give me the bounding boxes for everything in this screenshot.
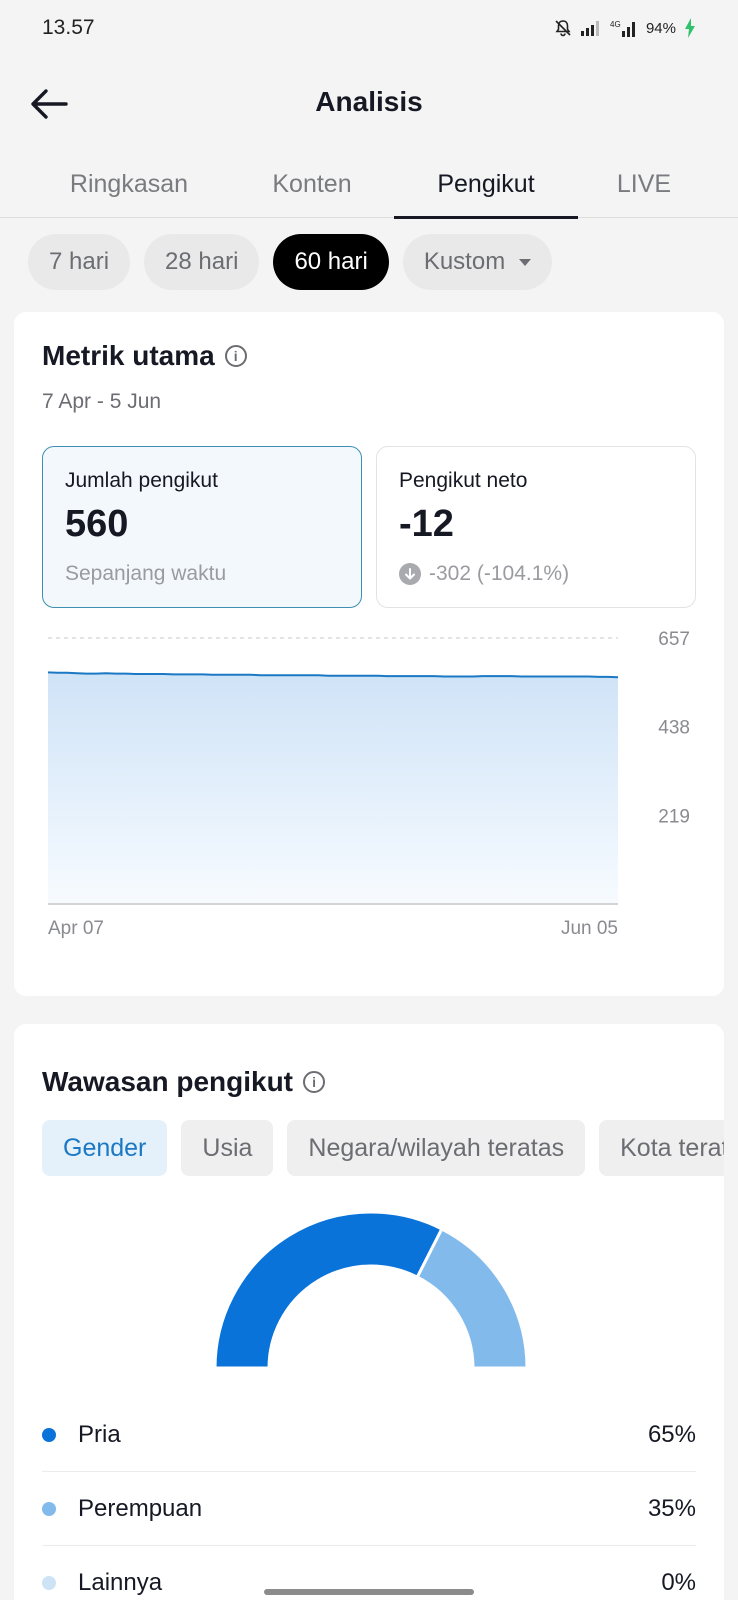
followers-chart[interactable]: 657 438 219 Apr 07 Jun 05 bbox=[47, 629, 708, 960]
segment-top-countries[interactable]: Negara/wilayah teratas bbox=[287, 1120, 586, 1176]
range-custom-label: Kustom bbox=[423, 248, 506, 275]
donut-slice-perempuan bbox=[415, 1226, 529, 1370]
home-indicator bbox=[264, 1589, 474, 1595]
tab-ringkasan[interactable]: Ringkasan bbox=[48, 150, 210, 218]
status-icons: 4G 94% bbox=[554, 18, 696, 38]
total-followers-label: Jumlah pengikut bbox=[65, 469, 218, 492]
legend-dot bbox=[42, 1576, 56, 1590]
back-button[interactable] bbox=[28, 82, 72, 126]
battery-text: 94% bbox=[645, 19, 676, 37]
caret-down-icon bbox=[519, 258, 532, 266]
legend-label: Perempuan bbox=[78, 1494, 203, 1522]
insight-segments-scroll[interactable]: Gender Usia Negara/wilayah teratas Kota … bbox=[14, 1024, 724, 1224]
date-range-selector: 7 hari 28 hari 60 hari Kustom bbox=[28, 234, 553, 290]
total-followers-note: Sepanjang waktu bbox=[65, 562, 227, 585]
range-60-days-button[interactable]: 60 hari bbox=[273, 234, 389, 290]
segment-gender[interactable]: Gender bbox=[42, 1120, 168, 1176]
legend-value: 65% bbox=[647, 1420, 696, 1448]
range-custom-dropdown[interactable]: Kustom bbox=[402, 234, 553, 290]
legend-row-male: Pria 65% bbox=[42, 1398, 696, 1472]
legend-value: 0% bbox=[661, 1569, 696, 1596]
signal-icon bbox=[580, 20, 602, 36]
signal-4g-icon: 4G bbox=[610, 19, 638, 37]
gender-legend: Pria 65% Perempuan 35% Lainnya 0% bbox=[42, 1398, 696, 1600]
legend-label: Pria bbox=[78, 1420, 121, 1448]
status-bar: 13.57 4G 94% bbox=[0, 0, 738, 56]
tab-konten[interactable]: Konten bbox=[250, 150, 374, 218]
y-tick-label: 219 bbox=[658, 806, 690, 827]
segment-age[interactable]: Usia bbox=[181, 1120, 274, 1176]
follower-insights-card: Wawasan pengikut i Gender Usia Negara/wi… bbox=[14, 1024, 724, 1600]
legend-dot bbox=[42, 1501, 56, 1516]
info-icon[interactable]: i bbox=[224, 345, 247, 367]
key-metrics-heading: Metrik utama i bbox=[42, 340, 247, 372]
net-followers-change-row: -302 (-104.1%) bbox=[399, 562, 673, 586]
net-followers-value: -12 bbox=[399, 503, 454, 545]
followers-chart-svg: 657 438 219 Apr 07 Jun 05 bbox=[47, 629, 690, 939]
gender-half-donut bbox=[213, 1210, 529, 1370]
y-tick-label: 438 bbox=[658, 718, 690, 739]
app-header: Analisis bbox=[0, 64, 738, 140]
arrow-left-icon bbox=[31, 89, 68, 119]
key-metrics-date-range: 7 Apr - 5 Jun bbox=[42, 390, 162, 413]
mute-bell-icon bbox=[554, 19, 572, 37]
segment-top-cities[interactable]: Kota teratas bbox=[599, 1120, 724, 1176]
legend-value: 35% bbox=[647, 1494, 696, 1522]
y-tick-label: 657 bbox=[658, 630, 690, 650]
svg-text:4G: 4G bbox=[610, 20, 621, 29]
x-tick-label: Apr 07 bbox=[48, 918, 104, 939]
range-28-days-button[interactable]: 28 hari bbox=[144, 234, 260, 290]
key-metrics-card: Metrik utama i 7 Apr - 5 Jun Jumlah peng… bbox=[14, 312, 724, 996]
net-followers-card[interactable]: Pengikut neto -12 -302 (-104.1%) bbox=[376, 446, 696, 608]
status-time: 13.57 bbox=[42, 16, 95, 39]
arrow-down-circle-icon bbox=[399, 563, 421, 585]
page-title: Analisis bbox=[315, 86, 423, 117]
charging-icon bbox=[684, 18, 696, 38]
tab-live[interactable]: LIVE bbox=[600, 150, 688, 218]
legend-dot bbox=[42, 1427, 56, 1442]
total-followers-value: 560 bbox=[65, 503, 129, 545]
key-metrics-title: Metrik utama bbox=[42, 340, 215, 371]
range-7-days-button[interactable]: 7 hari bbox=[28, 234, 131, 290]
tab-pengikut[interactable]: Pengikut bbox=[394, 150, 578, 219]
analytics-tabs: Ringkasan Konten Pengikut LIVE bbox=[0, 150, 738, 219]
net-followers-label: Pengikut neto bbox=[399, 469, 528, 492]
x-tick-label: Jun 05 bbox=[561, 918, 618, 939]
total-followers-card[interactable]: Jumlah pengikut 560 Sepanjang waktu bbox=[42, 446, 362, 608]
insight-segments: Gender Usia Negara/wilayah teratas Kota … bbox=[42, 1120, 724, 1176]
net-followers-change: -302 (-104.1%) bbox=[429, 562, 570, 585]
chart-area-fill bbox=[48, 672, 618, 904]
donut-slice-pria bbox=[213, 1210, 444, 1370]
legend-row-female: Perempuan 35% bbox=[42, 1472, 696, 1546]
